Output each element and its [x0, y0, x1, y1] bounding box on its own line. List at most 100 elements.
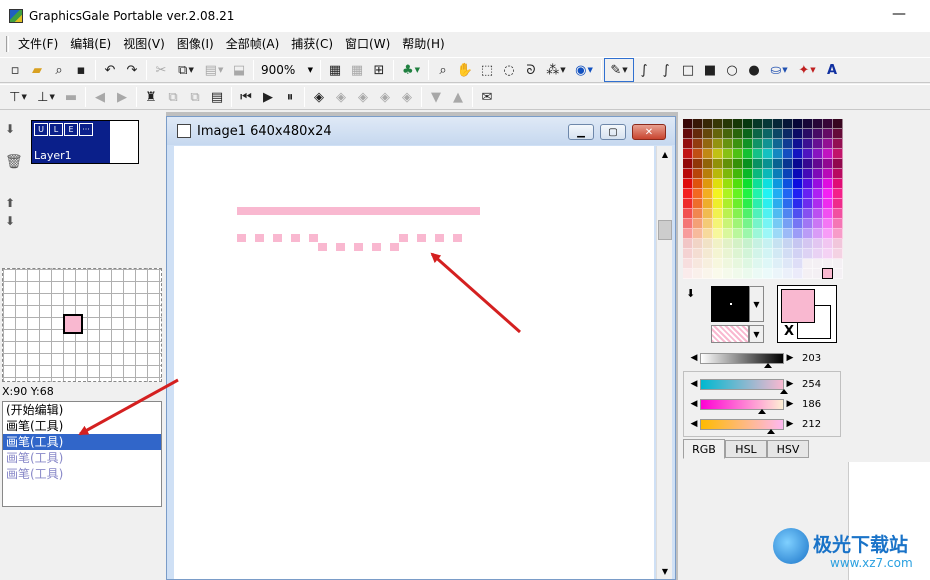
layer-up-arrow-icon[interactable]: ⬆ [5, 196, 15, 210]
palette-swatch[interactable] [683, 259, 693, 269]
palette-swatch[interactable] [803, 209, 813, 219]
palette-swatch[interactable] [723, 169, 733, 179]
layer-up-icon[interactable]: ◈ [374, 86, 396, 108]
palette-swatch[interactable] [813, 249, 823, 259]
palette-swatch[interactable] [693, 269, 703, 279]
palette-swatch[interactable] [833, 239, 843, 249]
palette-swatch[interactable] [723, 149, 733, 159]
palette-swatch[interactable] [703, 219, 713, 229]
palette-swatch[interactable] [723, 179, 733, 189]
palette-swatch[interactable] [793, 209, 803, 219]
palette-swatch[interactable] [783, 189, 793, 199]
palette-swatch[interactable] [823, 179, 833, 189]
palette-swatch[interactable] [683, 219, 693, 229]
scroll-thumb[interactable] [658, 220, 672, 240]
palette-swatch[interactable] [713, 149, 723, 159]
palette-swatch[interactable] [833, 159, 843, 169]
blue-slider-knob[interactable] [766, 428, 775, 434]
palette-swatch[interactable] [753, 139, 763, 149]
layer-delete-icon[interactable]: ◈ [352, 86, 374, 108]
palette-swatch[interactable] [743, 169, 753, 179]
palette-swatch[interactable] [753, 229, 763, 239]
palette-swatch[interactable] [823, 209, 833, 219]
palette-swatch[interactable] [753, 119, 763, 129]
green-slider-knob[interactable] [758, 408, 767, 414]
cut-icon[interactable]: ✂ [150, 59, 172, 81]
palette-swatch[interactable] [763, 249, 773, 259]
foreground-color[interactable] [781, 289, 815, 323]
new-file-icon[interactable]: ▫ [4, 59, 26, 81]
save-icon[interactable]: ▪ [70, 59, 92, 81]
menu-all-frames[interactable]: 全部帧(A) [220, 34, 286, 54]
palette-swatch[interactable] [813, 159, 823, 169]
palette-swatch[interactable] [833, 209, 843, 219]
palette-swatch[interactable] [753, 249, 763, 259]
palette-swatch[interactable] [763, 259, 773, 269]
hand-tool-icon[interactable]: ✋ [454, 59, 476, 81]
palette-swatch[interactable] [693, 119, 703, 129]
palette-swatch[interactable] [713, 189, 723, 199]
palette-swatch[interactable] [783, 199, 793, 209]
palette-swatch[interactable] [683, 189, 693, 199]
palette-swatch[interactable] [813, 139, 823, 149]
palette-swatch[interactable] [713, 119, 723, 129]
pause-icon[interactable]: ⏸ [279, 86, 301, 108]
palette-swatch[interactable] [793, 229, 803, 239]
scroll-down-icon[interactable]: ▼ [657, 563, 673, 579]
palette-swatch[interactable] [723, 259, 733, 269]
palette-swatch[interactable] [703, 239, 713, 249]
palette-swatch[interactable] [803, 239, 813, 249]
minimize-button[interactable]: — [892, 6, 906, 22]
palette-swatch[interactable] [703, 199, 713, 209]
palette-swatch[interactable] [743, 199, 753, 209]
layer-item[interactable]: U L E ··· Layer1 [31, 120, 139, 164]
palette-swatch[interactable] [723, 239, 733, 249]
palette-swatch[interactable] [783, 139, 793, 149]
palette-swatch[interactable] [793, 199, 803, 209]
palette-swatch[interactable] [833, 169, 843, 179]
tab-rgb[interactable]: RGB [683, 439, 725, 459]
history-item-undone[interactable]: 画笔(工具) [3, 466, 161, 482]
frame-props-icon[interactable]: ♜ [140, 86, 162, 108]
brush-dropdown[interactable]: ▼ [749, 286, 764, 322]
tile-grid-icon[interactable]: ⊞ [368, 59, 390, 81]
palette-swatch[interactable] [763, 179, 773, 189]
palette-swatch[interactable] [763, 149, 773, 159]
palette-swatch[interactable] [723, 219, 733, 229]
palette-swatch[interactable] [833, 119, 843, 129]
blue-slider[interactable] [700, 418, 784, 434]
palette-swatch[interactable] [713, 129, 723, 139]
palette-swatch[interactable] [743, 219, 753, 229]
palette-swatch[interactable] [763, 129, 773, 139]
palette-swatch[interactable] [743, 179, 753, 189]
palette-swatch[interactable] [753, 209, 763, 219]
palette-swatch[interactable] [773, 209, 783, 219]
palette-swatch[interactable] [753, 179, 763, 189]
palette-swatch[interactable] [813, 129, 823, 139]
palette-swatch[interactable] [823, 239, 833, 249]
palette-swatch[interactable] [773, 169, 783, 179]
palette-swatch[interactable] [803, 179, 813, 189]
frame-list-icon[interactable]: ▤ [206, 86, 228, 108]
palette-swatch[interactable] [813, 119, 823, 129]
layer-add-icon[interactable]: ◈ [308, 86, 330, 108]
palette-swatch[interactable] [803, 139, 813, 149]
palette-swatch[interactable] [743, 119, 753, 129]
palette-swatch[interactable] [823, 169, 833, 179]
tab-hsv[interactable]: HSV [767, 440, 809, 458]
open-folder-icon[interactable]: ▰ [26, 59, 48, 81]
palette-swatch[interactable] [783, 129, 793, 139]
layer-merge-icon[interactable]: ◈ [330, 86, 352, 108]
curve-tool-icon[interactable]: ∫ [655, 59, 677, 81]
layer-edit-toggle[interactable]: E [64, 123, 78, 136]
zoom-tool-icon[interactable]: ⌕ [432, 59, 454, 81]
palette-swatch[interactable] [733, 269, 743, 279]
palette-swatch[interactable] [823, 129, 833, 139]
palette-swatch[interactable] [803, 259, 813, 269]
download-icon[interactable]: ⬇ [686, 287, 695, 300]
transfer-icon[interactable]: ⬓ [228, 59, 250, 81]
palette-swatch[interactable] [753, 199, 763, 209]
palette-swatch[interactable] [833, 129, 843, 139]
frame-copy-icon[interactable]: ⧉ [162, 86, 184, 108]
palette-swatch[interactable] [793, 269, 803, 279]
